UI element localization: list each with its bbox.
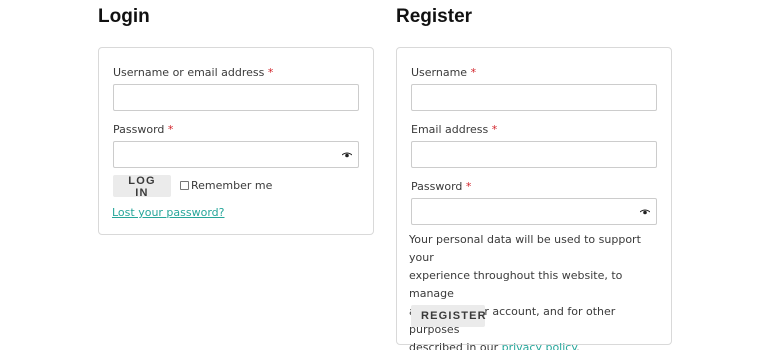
login-button[interactable]: LOG IN [113, 175, 171, 199]
register-button[interactable]: REGISTER [411, 305, 486, 327]
remember-me-label: Remember me [191, 179, 273, 192]
required-mark: * [465, 180, 472, 193]
register-username-input[interactable] [411, 84, 657, 111]
privacy-notice: Your personal data will be used to suppo… [409, 231, 649, 350]
required-mark: * [267, 66, 274, 79]
register-password-label: Password * [411, 180, 472, 193]
eye-icon[interactable] [342, 152, 352, 158]
register-email-input[interactable] [411, 141, 657, 168]
required-mark: * [491, 123, 498, 136]
login-username-input[interactable] [113, 84, 359, 111]
register-username-label: Username * [411, 66, 477, 79]
login-password-label: Password * [113, 123, 174, 136]
eye-icon[interactable] [640, 209, 650, 215]
register-title: Register [396, 6, 473, 27]
privacy-policy-link[interactable]: privacy policy [502, 341, 577, 350]
required-mark: * [470, 66, 477, 79]
register-email-label: Email address * [411, 123, 498, 136]
remember-me-checkbox[interactable] [180, 181, 189, 190]
login-password-input[interactable] [113, 141, 359, 168]
required-mark: * [167, 123, 174, 136]
login-username-label: Username or email address * [113, 66, 274, 79]
lost-password-link[interactable]: Lost your password? [112, 206, 225, 219]
register-password-input[interactable] [411, 198, 657, 225]
login-title: Login [98, 6, 150, 27]
